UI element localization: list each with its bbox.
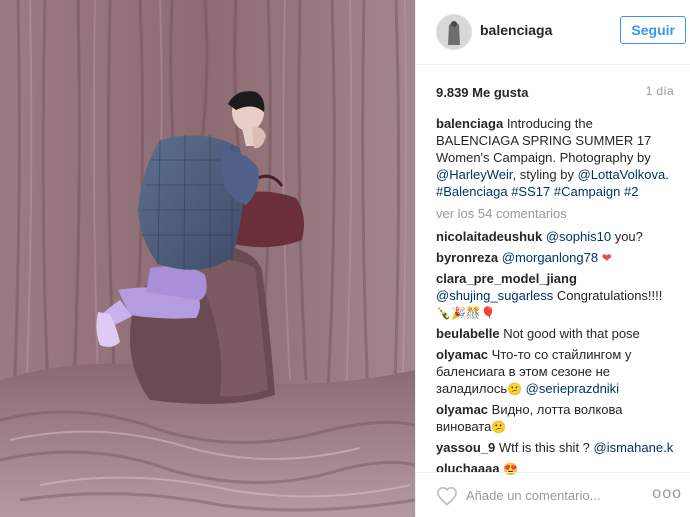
view-all-comments-link[interactable]: ver los 54 comentarios [436, 205, 676, 222]
comment-text: you? [611, 229, 643, 244]
caption-username[interactable]: balenciaga [436, 116, 503, 131]
caption-text: , styling by [512, 167, 578, 182]
comment: clara_pre_model_jiang @shujing_sugarless… [436, 270, 676, 321]
comments-list: balenciaga Introducing the BALENCIAGA SP… [436, 115, 676, 481]
hashtag-balenciaga[interactable]: #Balenciaga [436, 184, 508, 199]
comment: yassou_9 Wtf is this shit ? @ismahane.k [436, 439, 676, 456]
add-comment-input[interactable] [466, 488, 626, 503]
comment-mention[interactable]: @shujing_sugarless [436, 288, 553, 303]
caption-text: . [665, 167, 669, 182]
comment-mention[interactable]: @sophis10 [546, 229, 611, 244]
comment-bar: ooo [416, 472, 690, 517]
avatar[interactable] [436, 14, 472, 50]
comment-text: Congratulations!!!! [553, 288, 663, 303]
comment-username[interactable]: olyamac [436, 402, 488, 417]
campaign-image [0, 0, 415, 517]
caption-mention-lottavolkova[interactable]: @LottaVolkova [578, 167, 666, 182]
hashtag-campaign[interactable]: #Campaign [554, 184, 621, 199]
caption: balenciaga Introducing the BALENCIAGA SP… [436, 115, 676, 200]
follow-button[interactable]: Seguir [620, 16, 686, 44]
post-header: balenciaga Seguir [416, 0, 690, 65]
comment-username[interactable]: nicolaitadeushuk [436, 229, 542, 244]
comment: beulabelle Not good with that pose [436, 325, 676, 342]
post-sidebar: balenciaga Seguir 9.839 Me gusta 1 día b… [415, 0, 690, 517]
confused-emoji-icon: 😕 [491, 420, 507, 434]
comment-mention[interactable]: @morganlong78 [502, 250, 598, 265]
heart-icon[interactable] [436, 486, 458, 506]
hashtag-ss17[interactable]: #SS17 [511, 184, 550, 199]
comment-mention[interactable]: @ismahane.k [594, 440, 674, 455]
comment: olyamac Что-то со стайлингом у баленсиаг… [436, 346, 676, 397]
comment-text: Not good with that pose [499, 326, 640, 341]
comment-text: Wtf is this shit ? [495, 440, 594, 455]
heart-emoji-icon: ❤ [601, 251, 612, 265]
comment: olyamac Видно, лотта волкова виновата😕 [436, 401, 676, 435]
comment-username[interactable]: yassou_9 [436, 440, 495, 455]
more-options-icon[interactable]: ooo [652, 485, 682, 503]
comment-username[interactable]: beulabelle [436, 326, 500, 341]
comment: nicolaitadeushuk @sophis10 you? [436, 228, 676, 245]
hashtag-2[interactable]: #2 [624, 184, 638, 199]
comment-mention[interactable]: @serieprazdniki [526, 381, 619, 396]
caption-mention-harleyweir[interactable]: @HarleyWeir [436, 167, 513, 182]
confused-emoji-icon: 😕 [507, 382, 523, 396]
post-stats: 9.839 Me gusta 1 día [436, 84, 674, 102]
likes-count[interactable]: 9.839 Me gusta [436, 85, 529, 100]
comment-username[interactable]: olyamac [436, 347, 488, 362]
post-photo[interactable] [0, 0, 415, 517]
post-time: 1 día [645, 84, 674, 98]
comment-username[interactable]: byronreza [436, 250, 498, 265]
comment: byronreza @morganlong78 ❤ [436, 249, 676, 266]
post-username[interactable]: balenciaga [480, 22, 552, 38]
comment-username[interactable]: clara_pre_model_jiang [436, 271, 577, 286]
party-emoji-icon: 🍾🎉🎊🎈 [436, 306, 496, 320]
